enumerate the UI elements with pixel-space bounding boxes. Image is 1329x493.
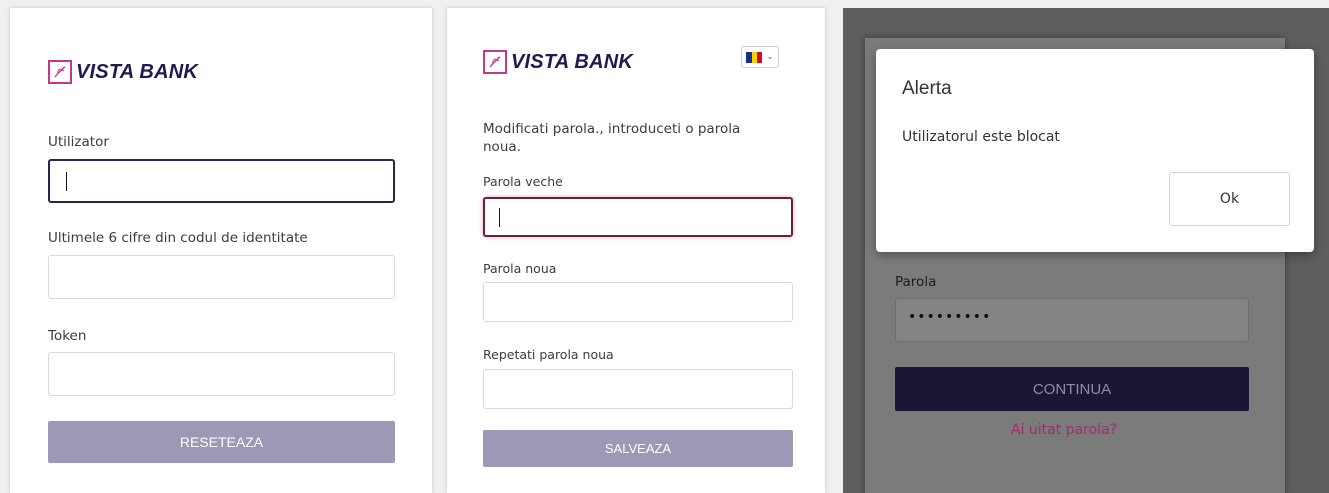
old-password-input[interactable] bbox=[483, 197, 793, 237]
alert-title: Alerta bbox=[902, 78, 952, 99]
language-selector[interactable]: ⌄ bbox=[741, 46, 779, 68]
token-label: Token bbox=[48, 328, 87, 344]
id-digits-input[interactable] bbox=[48, 255, 395, 299]
forgot-password-link[interactable]: Ai uitat parola? bbox=[1011, 422, 1117, 438]
brand-name: VISTA BANK bbox=[511, 50, 633, 73]
text-caret bbox=[499, 208, 500, 227]
leaf-logo-icon bbox=[483, 50, 507, 74]
token-input[interactable] bbox=[48, 352, 395, 396]
continue-button[interactable]: CONTINUA bbox=[895, 367, 1249, 411]
vista-bank-logo: VISTA BANK bbox=[483, 50, 633, 74]
reset-button[interactable]: RESETEAZA bbox=[48, 421, 395, 463]
vista-bank-logo: VISTA BANK bbox=[48, 60, 198, 84]
username-input[interactable] bbox=[48, 159, 395, 203]
alert-dialog: Alerta Utilizatorul este blocat Ok bbox=[876, 49, 1314, 252]
new-password-label: Parola noua bbox=[483, 261, 557, 276]
reset-password-panel: VISTA BANK Utilizator Ultimele 6 cifre d… bbox=[10, 8, 432, 493]
new-password-input[interactable] bbox=[483, 282, 793, 322]
romania-flag-icon bbox=[746, 51, 763, 63]
leaf-logo-icon bbox=[48, 60, 72, 84]
save-button[interactable]: SALVEAZA bbox=[483, 430, 793, 467]
id-digits-label: Ultimele 6 cifre din codul de identitate bbox=[48, 230, 308, 246]
password-input[interactable]: ••••••••• bbox=[895, 298, 1249, 342]
change-password-panel: VISTA BANK ⌄ Modificati parola., introdu… bbox=[447, 8, 825, 493]
alert-message: Utilizatorul este blocat bbox=[902, 129, 1060, 145]
chevron-down-icon: ⌄ bbox=[766, 52, 774, 62]
text-caret bbox=[66, 172, 67, 191]
ok-button[interactable]: Ok bbox=[1169, 172, 1290, 226]
password-label: Parola bbox=[895, 274, 937, 290]
instructions-text: Modificati parola., introduceti o parola… bbox=[483, 121, 741, 155]
old-password-label: Parola veche bbox=[483, 174, 563, 189]
username-label: Utilizator bbox=[48, 134, 109, 150]
repeat-password-label: Repetati parola noua bbox=[483, 347, 614, 362]
password-mask: ••••••••• bbox=[908, 309, 992, 325]
brand-name: VISTA BANK bbox=[76, 60, 198, 83]
repeat-password-input[interactable] bbox=[483, 369, 793, 409]
